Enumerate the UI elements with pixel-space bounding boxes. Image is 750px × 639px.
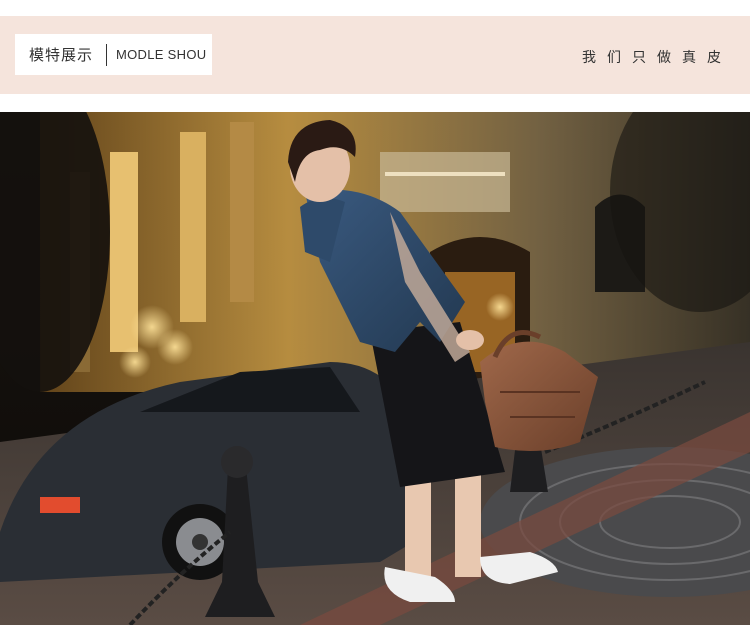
section-title-chinese: 模特展示 (29, 46, 94, 64)
brand-slogan: 我们只做真皮 (582, 50, 732, 66)
section-header-band: 模特展示 MODLE SHOU 我们只做真皮 (0, 16, 750, 94)
bottom-spacer (0, 625, 750, 639)
section-title-box: 模特展示 MODLE SHOU (15, 34, 212, 75)
title-divider (106, 43, 108, 66)
section-title-english: MODLE SHOU (116, 47, 207, 62)
model-photo (0, 112, 750, 625)
